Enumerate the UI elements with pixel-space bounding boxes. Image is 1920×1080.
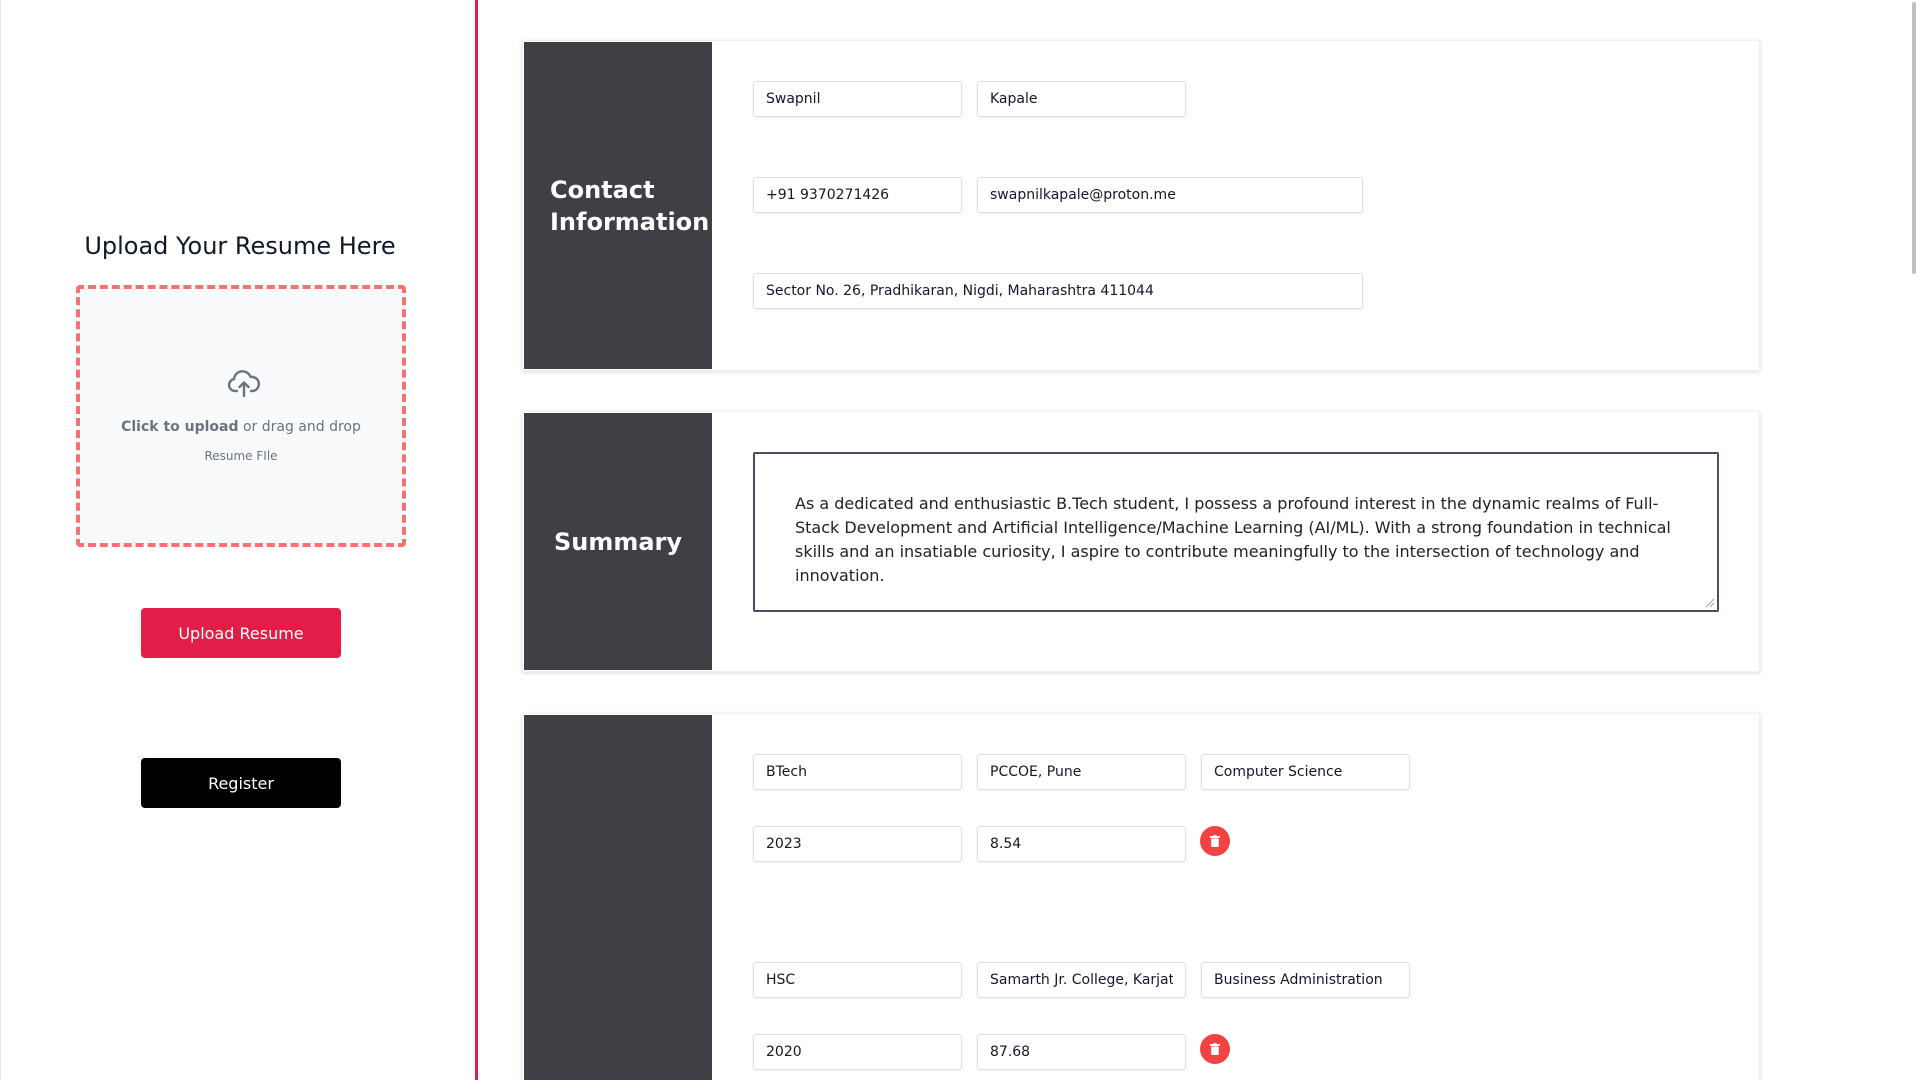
- page-scrollbar[interactable]: [1906, 0, 1920, 1080]
- trash-icon: [1210, 1043, 1220, 1055]
- phone-input[interactable]: [753, 177, 962, 213]
- resize-grip-icon[interactable]: [1705, 598, 1715, 608]
- summary-textarea[interactable]: As a dedicated and enthusiastic B.Tech s…: [753, 452, 1719, 612]
- contact-card: Contact Information: [522, 40, 1760, 371]
- resume-dropzone[interactable]: Click to upload or drag and drop Resume …: [76, 285, 406, 547]
- last-name-input[interactable]: [977, 81, 1186, 117]
- delete-education-button[interactable]: [1200, 826, 1230, 856]
- file-hint: Resume FIle: [204, 449, 278, 463]
- first-name-input[interactable]: [753, 81, 962, 117]
- contact-title-line1: Contact: [550, 175, 655, 204]
- register-button[interactable]: Register: [141, 758, 341, 808]
- dropzone-instructions: Click to upload or drag and drop: [80, 419, 402, 435]
- score-input[interactable]: [977, 826, 1186, 862]
- cloud-upload-icon: [227, 370, 261, 398]
- summary-section-header: Summary: [524, 413, 712, 670]
- degree-input[interactable]: [753, 754, 962, 790]
- field-of-study-input[interactable]: [1201, 962, 1410, 998]
- summary-title: Summary: [553, 527, 683, 556]
- drag-drop-text: or drag and drop: [238, 419, 361, 435]
- education-section-header: [524, 715, 712, 1080]
- contact-section-header: Contact Information: [524, 42, 712, 369]
- address-input[interactable]: [753, 273, 1363, 309]
- email-input[interactable]: [977, 177, 1363, 213]
- year-input[interactable]: [753, 1034, 962, 1070]
- summary-text: As a dedicated and enthusiastic B.Tech s…: [795, 494, 1671, 585]
- institution-input[interactable]: [977, 962, 1186, 998]
- click-to-upload-text[interactable]: Click to upload: [121, 419, 238, 435]
- institution-input[interactable]: [977, 754, 1186, 790]
- upload-resume-button[interactable]: Upload Resume: [141, 608, 341, 658]
- resume-builder-app: Upload Your Resume Here Click to upload …: [0, 0, 1920, 1080]
- field-of-study-input[interactable]: [1201, 754, 1410, 790]
- upload-title: Upload Your Resume Here: [84, 232, 396, 260]
- upload-panel: Upload Your Resume Here Click to upload …: [0, 0, 478, 1080]
- education-card: [522, 713, 1760, 1080]
- year-input[interactable]: [753, 826, 962, 862]
- score-input[interactable]: [977, 1034, 1186, 1070]
- delete-education-button[interactable]: [1200, 1034, 1230, 1064]
- scrollbar-thumb[interactable]: [1912, 2, 1916, 274]
- trash-icon: [1210, 835, 1220, 847]
- contact-title-line2: Information: [550, 207, 710, 236]
- summary-card: Summary As a dedicated and enthusiastic …: [522, 411, 1760, 672]
- degree-input[interactable]: [753, 962, 962, 998]
